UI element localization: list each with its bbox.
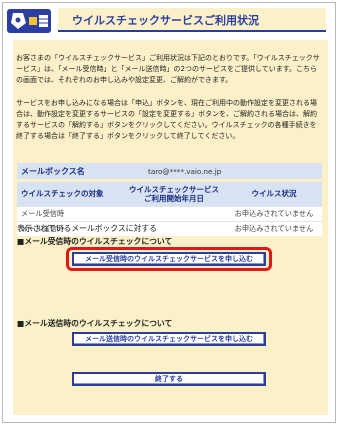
col-target-header: ウイルスチェックの対象	[17, 182, 122, 206]
col-start-header: ウイルスチェックサービス ご利用開始年月日	[122, 182, 226, 206]
row-status: お申込みされていません	[226, 205, 322, 221]
finish-button[interactable]: 終了する	[72, 372, 266, 386]
page-header: ウイルスチェックサービスご利用状況	[3, 3, 335, 37]
section-heading: 表示されているメールボックスに対する	[17, 224, 157, 233]
row-status: お申込みされていません	[226, 220, 322, 236]
intro-text: お客さまの「ウイルスチェックサービス」ご利用状況は下記のとおりです。「ウイルスチ…	[16, 53, 322, 153]
col-status-header: ウイルス状況	[226, 182, 322, 206]
mailbox-row: メールボックス名 taro@****.vaio.ne.jp	[17, 163, 322, 179]
title-bar: ウイルスチェックサービスご利用状況	[58, 8, 326, 32]
mailbox-value: taro@****.vaio.ne.jp	[122, 163, 322, 179]
table-row: メール受信時 お申込みされていません	[17, 205, 322, 221]
send-section-title: ■メール送信時のウイルスチェックについて	[17, 319, 173, 328]
table-header: ウイルスチェックの対象 ウイルスチェックサービス ご利用開始年月日 ウイルス状況	[17, 182, 322, 206]
row-start	[122, 205, 226, 221]
receive-apply-button[interactable]: メール受信時のウイルスチェックサービスを申し込む	[72, 252, 266, 266]
logo-icon	[7, 9, 51, 33]
page-title: ウイルスチェックサービスご利用状況	[72, 14, 259, 27]
mailbox-label: メールボックス名	[17, 163, 122, 179]
receive-section-title: ■メール受信時のウイルスチェックについて	[17, 237, 173, 246]
intro-paragraph-1: お客さまの「ウイルスチェックサービス」ご利用状況は下記のとおりです。「ウイルスチ…	[16, 54, 320, 85]
send-apply-button[interactable]: メール送信時のウイルスチェックサービスを申し込む	[72, 332, 266, 346]
col-start-header-line2: ご利用開始年月日	[144, 193, 204, 203]
col-start-header-line1: ウイルスチェックサービス	[129, 184, 219, 194]
row-target: メール受信時	[17, 205, 122, 221]
intro-paragraph-2: サービスをお申し込みになる場合は「申込」ボタンを、現在ご利用中の動作設定を変更さ…	[16, 98, 317, 141]
